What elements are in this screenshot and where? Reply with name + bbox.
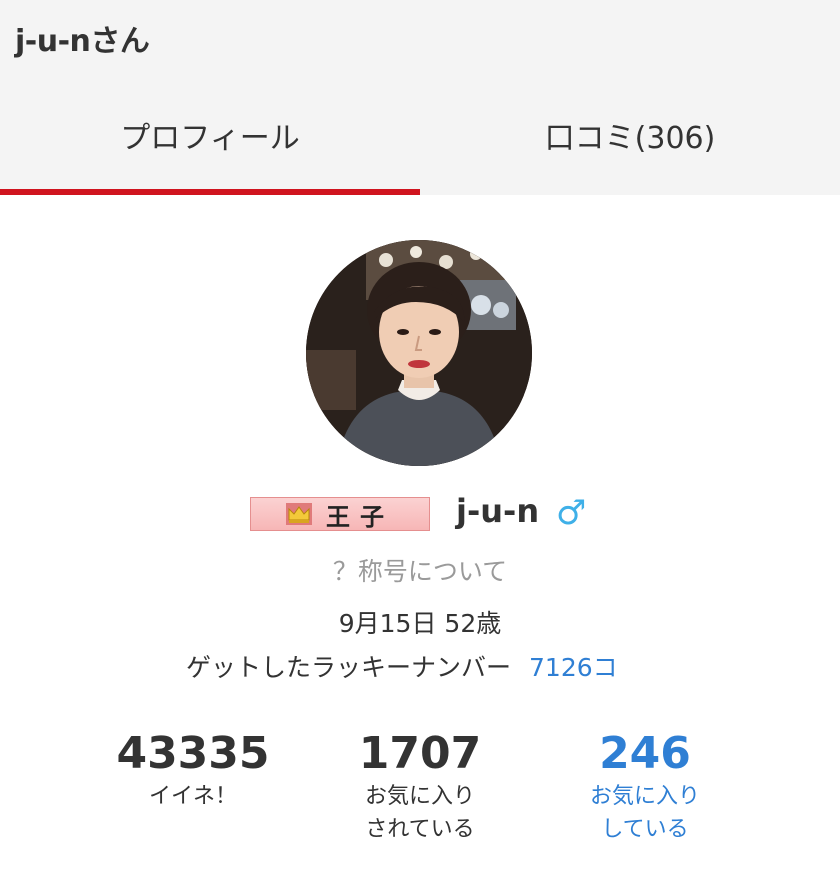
stat-favorited-by-value: 1707 <box>358 728 482 779</box>
name-row: 王子 j-u-n ♂ <box>0 492 840 540</box>
tab-profile[interactable]: プロフィール <box>0 95 420 195</box>
stat-favorited-by-label-1: お気に入り <box>364 784 475 809</box>
username: j-u-n <box>456 492 540 530</box>
lucky-number-link[interactable]: 7126コ <box>529 653 618 682</box>
tab-profile-label: プロフィール <box>120 121 300 156</box>
stat-favoriting[interactable]: 246 お気に入り している <box>525 728 765 846</box>
stat-favorited-by[interactable]: 1707 お気に入り されている <box>300 728 540 846</box>
tab-reviews-label: 口コミ(306) <box>544 121 716 156</box>
badge-text: 王子 <box>326 501 394 531</box>
stat-favoriting-label-2: している <box>601 817 689 842</box>
title-help-link[interactable]: ？称号について <box>0 552 840 588</box>
stat-likes: 43335 イイネ！ <box>73 728 313 813</box>
stat-likes-label: イイネ！ <box>148 784 237 809</box>
crown-icon <box>286 503 312 525</box>
stat-favoriting-value: 246 <box>599 728 691 779</box>
avatar[interactable] <box>306 240 532 466</box>
male-icon: ♂ <box>556 493 587 533</box>
birthday-age: 9月15日 52歳 <box>338 609 502 638</box>
tab-bar: プロフィール 口コミ(306) <box>0 95 840 195</box>
lucky-number-row: ゲットしたラッキーナンバー 7126コ <box>186 648 618 684</box>
stat-favorited-by-label-2: されている <box>365 817 475 842</box>
tab-reviews[interactable]: 口コミ(306) <box>420 95 840 195</box>
app-header: j-u-nさん プロフィール 口コミ(306) <box>0 0 840 195</box>
stat-favoriting-label-1: お気に入り <box>589 784 700 809</box>
page-title: j-u-nさん <box>15 24 150 59</box>
title-badge[interactable]: 王子 <box>250 497 430 531</box>
lucky-number-label: ゲットしたラッキーナンバー <box>186 653 512 682</box>
stat-likes-value: 43335 <box>116 728 270 779</box>
